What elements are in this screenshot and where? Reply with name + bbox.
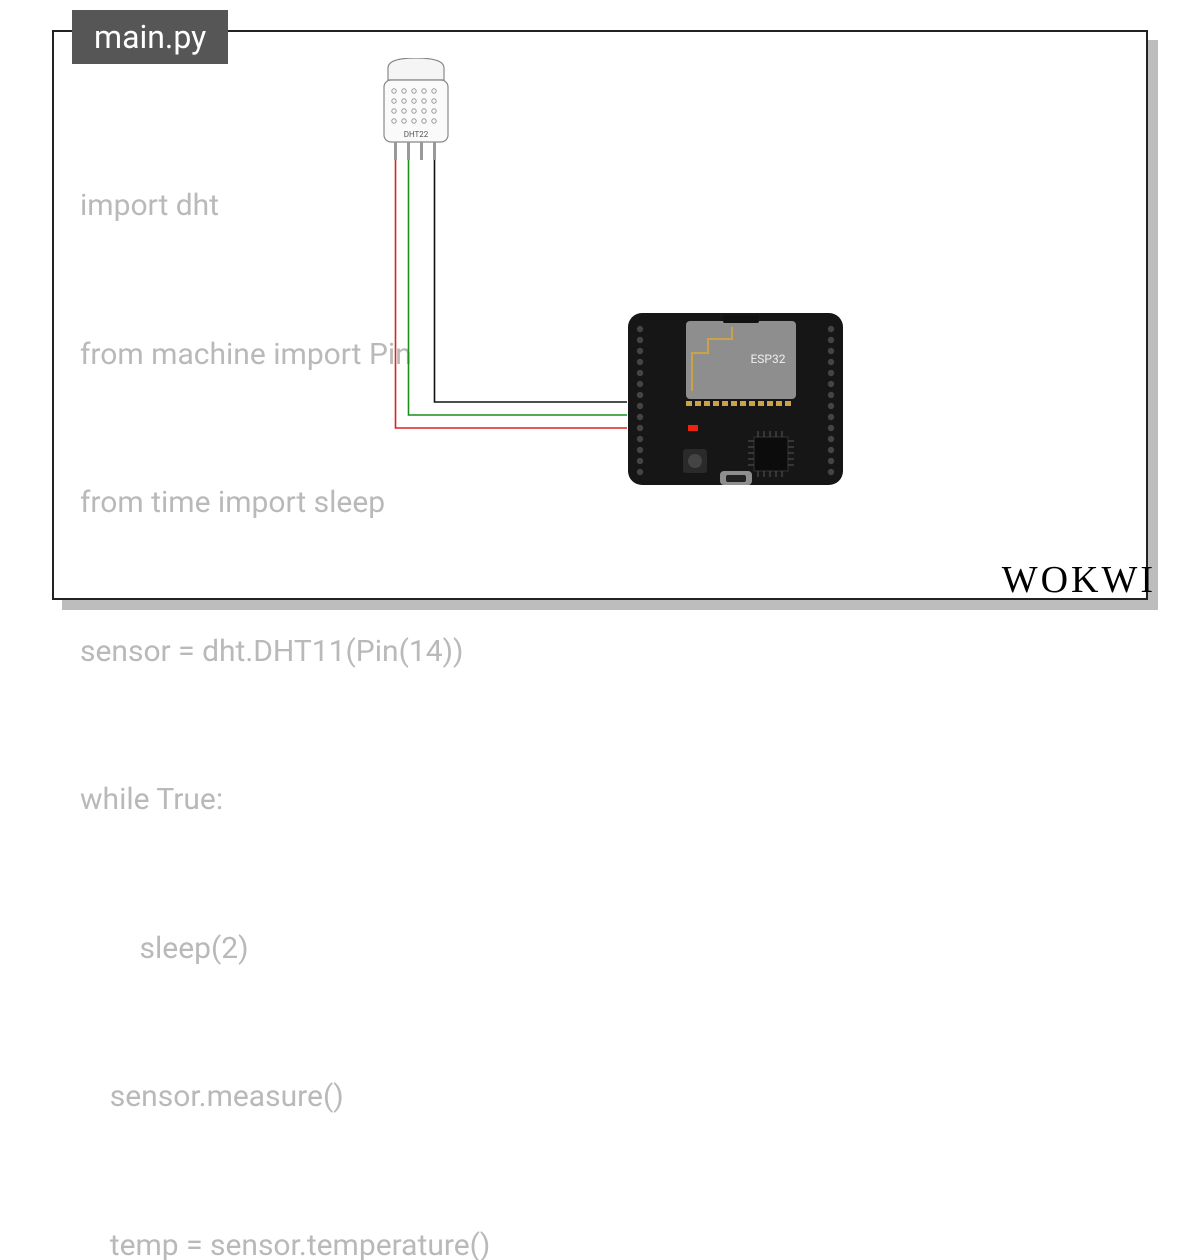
- brand-text: WOKWI: [1002, 559, 1156, 601]
- file-tab[interactable]: main.py: [72, 10, 228, 64]
- circuit-diagram[interactable]: DHT22 ESP32: [360, 58, 920, 518]
- wire-data: [409, 160, 628, 415]
- dht22-sensor[interactable]: DHT22: [384, 58, 448, 160]
- code-line: sensor = dht.DHT11(Pin(14)): [80, 627, 490, 677]
- wire-gnd: [435, 160, 628, 402]
- code-line: temp = sensor.temperature(): [80, 1221, 490, 1260]
- esp32-board[interactable]: ESP32: [628, 313, 843, 485]
- code-line: sleep(2): [80, 924, 490, 974]
- file-tab-label: main.py: [94, 18, 206, 56]
- dht22-label: DHT22: [404, 130, 429, 139]
- brand-logo: WOKWI: [1002, 558, 1156, 602]
- wire-vcc: [396, 160, 628, 428]
- code-line: sensor.measure(): [80, 1072, 490, 1122]
- esp32-label: ESP32: [750, 352, 785, 366]
- code-line: while True:: [80, 775, 490, 825]
